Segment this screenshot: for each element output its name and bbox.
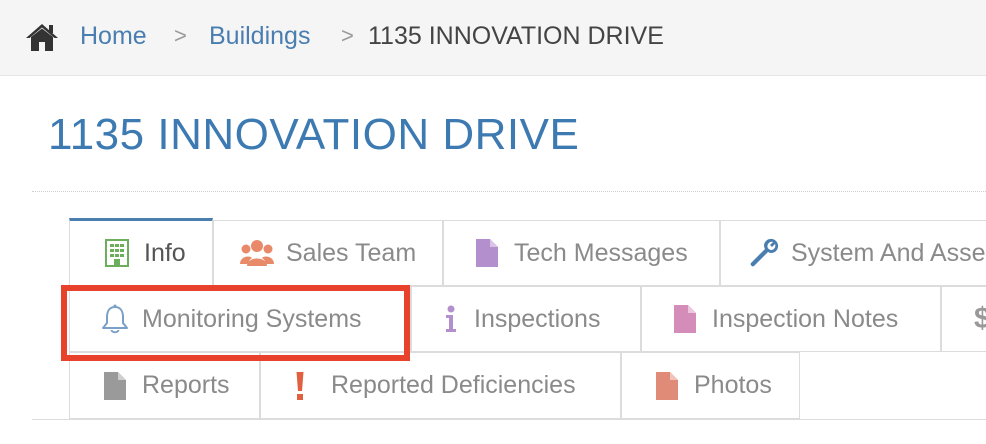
file-icon (100, 371, 130, 401)
tab-label: Sales Team (286, 238, 417, 267)
tab-label: Monitoring Systems (142, 304, 362, 333)
tab-label: Inspections (474, 304, 601, 333)
breadcrumb-current: 1135 INNOVATION DRIVE (368, 22, 664, 50)
breadcrumb-home-link[interactable]: Home (80, 21, 147, 51)
wrench-icon (749, 238, 779, 268)
page-title: 1135 INNOVATION DRIVE (48, 110, 580, 159)
tab-system-and-assets[interactable]: System And Asse (720, 220, 986, 286)
tab-label: Tech Messages (514, 238, 688, 267)
tab-inspection-notes[interactable]: Inspection Notes (641, 286, 941, 352)
tab-label: Inspection Notes (712, 304, 899, 333)
file-icon (472, 238, 502, 268)
file-icon (670, 304, 700, 334)
tab-photos[interactable]: Photos (621, 352, 800, 419)
title-divider (32, 191, 986, 192)
info-icon (440, 304, 462, 334)
dollar-icon: $ (974, 302, 986, 336)
tab-content-divider (32, 419, 986, 420)
breadcrumb-buildings-link[interactable]: Buildings (209, 21, 310, 51)
tab-billing[interactable]: $ (941, 286, 986, 352)
tab-monitoring-systems[interactable]: Monitoring Systems (69, 286, 411, 352)
breadcrumb-separator: > (174, 23, 187, 48)
tab-info[interactable]: Info (69, 218, 213, 286)
tab-label: Reports (142, 371, 230, 399)
tab-sales-team[interactable]: Sales Team (213, 220, 443, 286)
bell-icon (100, 304, 130, 334)
tab-reports[interactable]: Reports (69, 352, 260, 419)
home-icon[interactable] (25, 22, 59, 52)
tab-label: Reported Deficiencies (331, 371, 576, 399)
tab-label: Info (144, 238, 186, 267)
breadcrumb: Home > Buildings > 1135 INNOVATION DRIVE (0, 0, 986, 76)
exclamation-icon (293, 371, 307, 401)
breadcrumb-separator: > (341, 23, 354, 48)
tab-label: Photos (694, 371, 772, 399)
file-icon (652, 371, 682, 401)
building-icon (102, 238, 132, 268)
users-icon (240, 238, 274, 268)
tab-reported-deficiencies[interactable]: Reported Deficiencies (260, 352, 621, 419)
tab-inspections[interactable]: Inspections (411, 286, 641, 352)
tab-tech-messages[interactable]: Tech Messages (443, 220, 720, 286)
tab-label: System And Asse (791, 238, 986, 267)
